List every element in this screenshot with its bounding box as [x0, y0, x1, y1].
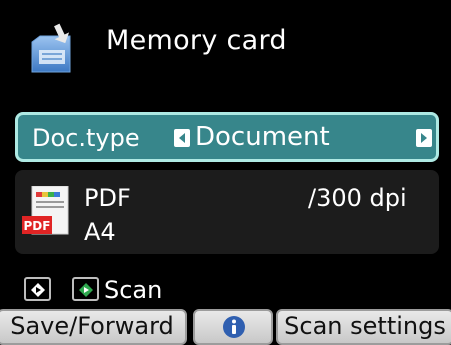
paper-size-value: A4: [84, 218, 116, 246]
svg-text:PDF: PDF: [24, 219, 51, 233]
doc-type-value: Document: [195, 122, 330, 152]
scan-format-panel[interactable]: [15, 170, 439, 254]
doc-type-selector[interactable]: Doc.type Document: [15, 112, 439, 162]
pdf-file-icon: PDF: [22, 185, 72, 238]
right-arrow-icon[interactable]: [416, 129, 432, 147]
printer-lcd-screen: Memory card Doc.type Document PDF PDF /3…: [0, 0, 451, 345]
file-format-value: PDF: [84, 184, 131, 212]
color-start-icon[interactable]: [72, 277, 99, 301]
doc-type-label: Doc.type: [32, 124, 140, 152]
page-title: Memory card: [106, 25, 287, 56]
black-start-icon[interactable]: [24, 277, 51, 301]
left-arrow-icon[interactable]: [174, 129, 190, 147]
memory-card-save-icon: [28, 22, 74, 74]
save-forward-button[interactable]: Save/Forward: [0, 309, 187, 345]
info-button[interactable]: [193, 309, 273, 345]
scan-start-row: Scan: [0, 276, 451, 304]
scan-settings-button[interactable]: Scan settings: [276, 309, 451, 345]
scan-label: Scan: [104, 276, 163, 304]
resolution-value: /300 dpi: [308, 184, 407, 212]
info-icon: [222, 315, 246, 339]
